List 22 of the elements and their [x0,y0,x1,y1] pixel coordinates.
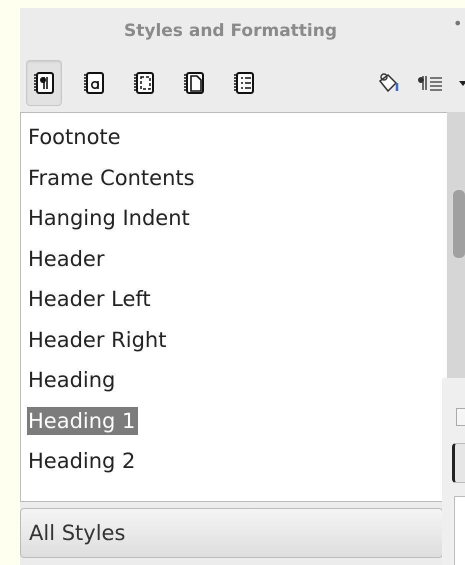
scrollbar[interactable] [447,112,465,378]
frame-style-icon [133,71,155,95]
page-style-icon [183,71,205,95]
list-style-icon [233,71,255,95]
style-item[interactable]: Hanging Indent [27,204,193,232]
scrollbar-thumb[interactable] [453,190,465,258]
style-item[interactable]: Frame Contents [27,164,198,192]
style-item[interactable]: Header [27,244,108,273]
style-item[interactable]: Footnote [27,123,124,152]
style-item[interactable]: Header Left [27,285,154,314]
style-item[interactable]: Heading 1 [27,406,138,435]
paragraph-style-icon [33,71,55,95]
new-style-icon[interactable] [416,73,444,93]
panel-menu-button[interactable]: • [453,14,462,33]
style-item[interactable]: Heading [27,366,118,394]
style-family-button[interactable] [26,60,62,106]
style-item[interactable]: Heading 2 [27,447,138,476]
dropdown-icon[interactable] [458,79,465,87]
style-item[interactable]: Header Right [27,326,170,354]
style-filter-dropdown[interactable]: All Styles [20,508,443,558]
panel-title: Styles and Formatting [124,21,338,41]
character-style-icon [83,71,105,95]
